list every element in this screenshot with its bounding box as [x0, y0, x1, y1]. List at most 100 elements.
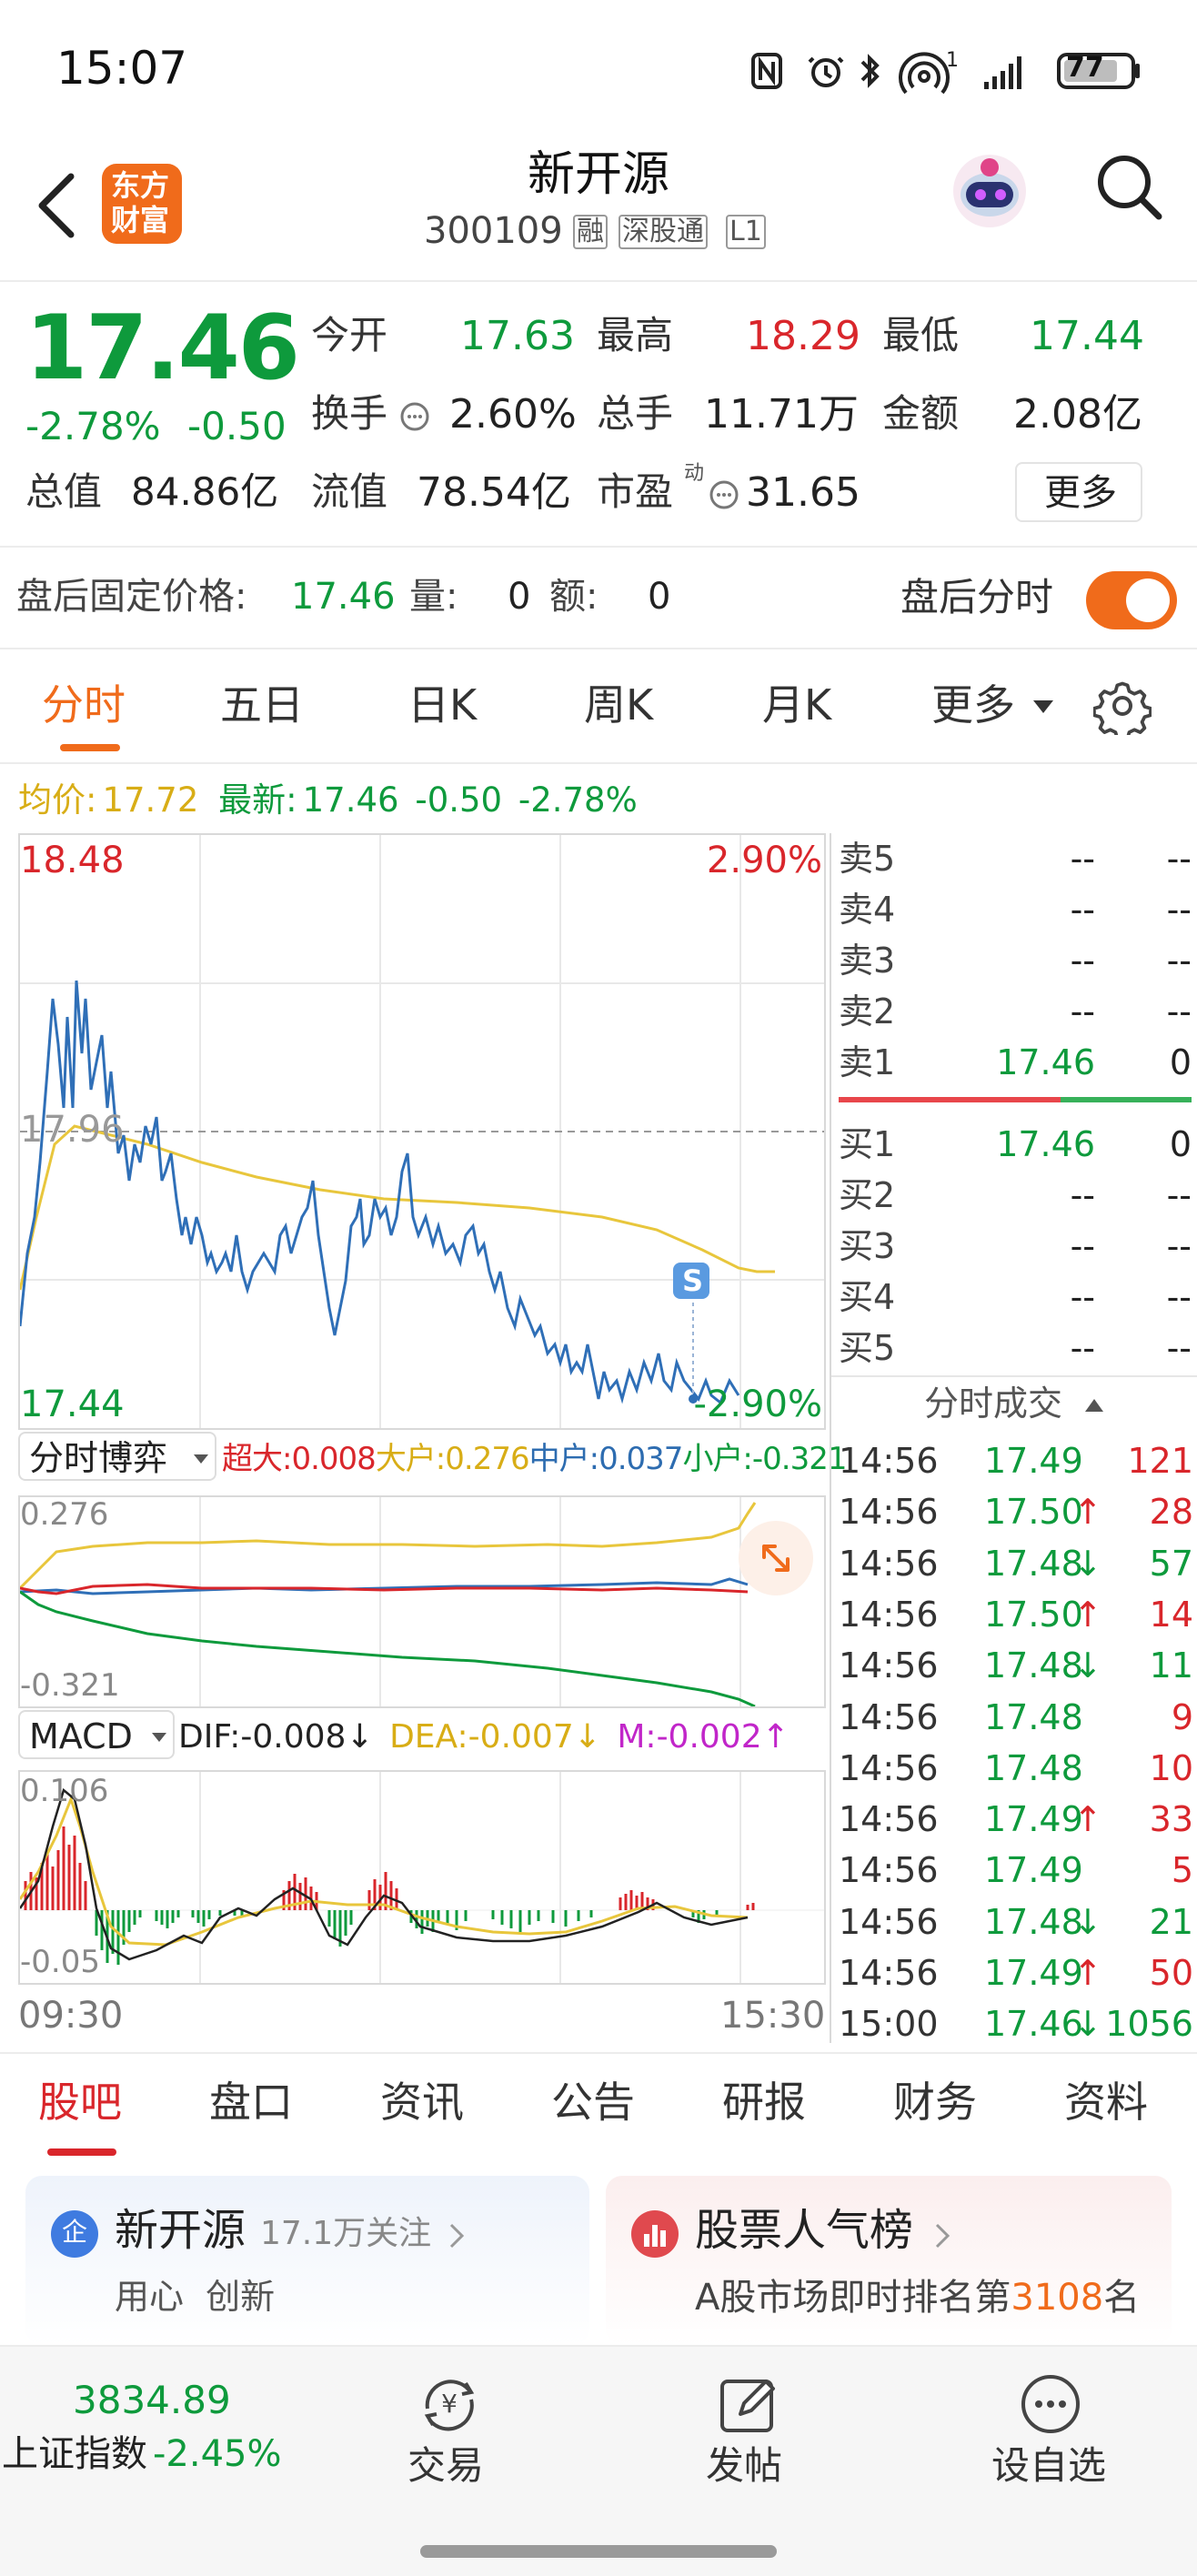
tab-intraday[interactable]: 分时: [42, 684, 126, 726]
flow-bottom-value: -0.321: [20, 1667, 120, 1704]
dif-label: DIF:: [178, 1718, 241, 1756]
tab-five-day[interactable]: 五日: [220, 684, 304, 726]
trade-price: 17.48: [984, 1901, 1083, 1942]
dif-value: -0.008: [240, 1718, 347, 1756]
dea-label: DEA:: [389, 1718, 468, 1756]
home-indicator[interactable]: [420, 2545, 777, 2558]
settings-gear-icon[interactable]: [1092, 677, 1152, 742]
tab-daily-k[interactable]: 日K: [407, 684, 477, 726]
trade-time: 14:56: [839, 1645, 939, 1686]
trade-row: 14:56 17.49 ↑ 50: [837, 1947, 1193, 1998]
after-hours-price: 17.46: [291, 576, 396, 618]
buy-5-label: 买5: [839, 1328, 896, 1368]
tab-monthly-k[interactable]: 月K: [762, 684, 831, 726]
chevron-down-icon: [193, 1452, 209, 1464]
tab-profile[interactable]: 资料: [1064, 2081, 1148, 2123]
trade-row: 15:00 17.46 ↓ 1056: [837, 1998, 1193, 2049]
tab-weekly-k[interactable]: 周K: [584, 684, 653, 726]
buy-3-price: --: [1070, 1226, 1095, 1266]
stock-code: 300109: [424, 210, 563, 252]
macd-selector-label: MACD: [29, 1716, 133, 1756]
sell-4-label: 卖4: [839, 890, 896, 930]
tab-research[interactable]: 研报: [722, 2081, 806, 2123]
index-name: 上证指数: [2, 2433, 147, 2475]
small-label: 小户:: [682, 1441, 752, 1477]
sell-4-row: 卖4 -- --: [837, 884, 1192, 935]
macd-chart[interactable]: 0.106 -0.05: [18, 1770, 826, 1985]
popularity-chart-icon: [631, 2210, 679, 2258]
macd-selector[interactable]: MACD: [18, 1710, 175, 1759]
macd-bottom-value: -0.05: [20, 1944, 100, 1980]
add-watchlist-button[interactable]: 设自选: [982, 2369, 1119, 2496]
pe-label: 市盈: [597, 469, 674, 514]
turnover-value: 2.60%: [449, 391, 577, 438]
sell-5-volume: --: [1166, 839, 1192, 879]
svg-text:¥: ¥: [441, 2389, 458, 2419]
expand-icon[interactable]: [739, 1521, 813, 1595]
sell-2-label: 卖2: [839, 991, 896, 1031]
m-arrow: ↑: [761, 1718, 790, 1756]
flow-indicator-selector[interactable]: 分时博弈: [18, 1432, 216, 1481]
flow-indicator-chart[interactable]: 0.276 -0.321: [18, 1495, 826, 1708]
company-card[interactable]: 企 新开源 17.1万关注 用心 创新: [25, 2176, 589, 2345]
more-button[interactable]: 更多: [1015, 462, 1142, 522]
mid-label: 中户:: [528, 1441, 599, 1477]
chart-top-price: 18.48: [20, 840, 125, 881]
trade-price: 17.49: [984, 1441, 1083, 1481]
buy-3-label: 买3: [839, 1226, 896, 1266]
tab-forum[interactable]: 股吧: [38, 2081, 122, 2123]
tab-financials[interactable]: 财务: [893, 2081, 977, 2123]
trades-title[interactable]: 分时成交: [924, 1386, 1062, 1421]
tab-more-caret-icon: [1031, 697, 1055, 715]
more-button-label: 更多: [1044, 472, 1117, 514]
intraday-price-chart[interactable]: 18.48 2.90% 17.96 17.44 -2.90% S: [18, 833, 826, 1430]
trade-volume: 10: [1149, 1747, 1193, 1788]
toggle-knob: [1126, 579, 1170, 622]
trade-volume: 121: [1127, 1441, 1193, 1481]
trade-row: 14:56 17.50 ↑ 14: [837, 1589, 1193, 1640]
small-flow-line: [19, 1590, 756, 1708]
after-hours-toggle[interactable]: [1086, 571, 1177, 629]
sell-3-volume: --: [1166, 941, 1192, 981]
tab-more[interactable]: 更多: [931, 684, 1015, 726]
change-amount: -0.50: [187, 404, 287, 448]
trade-volume: 28: [1149, 1492, 1193, 1533]
popularity-card[interactable]: 股票人气榜 A股市场即时排名第3108名: [606, 2176, 1172, 2345]
trade-button[interactable]: ¥ 交易: [395, 2369, 504, 2496]
trade-volume: 5: [1171, 1850, 1193, 1891]
tab-news[interactable]: 资讯: [380, 2081, 464, 2123]
caret-up-icon[interactable]: [1084, 1397, 1104, 1414]
index-widget[interactable]: 3834.89 上证指数 -2.45%: [0, 2365, 300, 2492]
company-badge-icon: 企: [51, 2210, 98, 2258]
trade-time: 14:56: [839, 1696, 939, 1737]
post-button[interactable]: 发帖: [693, 2369, 802, 2496]
trade-volume: 33: [1149, 1799, 1193, 1840]
trade-direction-arrow: ↑: [1073, 1953, 1102, 1993]
buy-1-label: 买1: [839, 1124, 896, 1164]
tab-market-depth[interactable]: 盘口: [209, 2081, 293, 2123]
turnover-info-icon[interactable]: [398, 400, 431, 433]
large-label: 大户:: [375, 1441, 446, 1477]
signal-marker-badge[interactable]: S: [673, 1263, 709, 1299]
robot-avatar-icon[interactable]: [944, 146, 1035, 236]
index-change: -2.45%: [153, 2433, 282, 2475]
trade-time: 14:56: [839, 1543, 939, 1584]
total-value-label: 总值: [25, 469, 103, 514]
tab-announcements[interactable]: 公告: [551, 2081, 635, 2123]
high-value: 18.29: [746, 313, 860, 359]
badge-margin: 融: [573, 215, 608, 249]
after-hours-amount-label: 额:: [549, 576, 598, 618]
pe-info-icon[interactable]: [708, 478, 740, 511]
sell-3-row: 卖3 -- --: [837, 935, 1192, 986]
trade-volume: 21: [1149, 1901, 1193, 1942]
status-time: 15:07: [56, 42, 188, 95]
total-value: 84.86亿: [131, 469, 279, 514]
after-hours-amount: 0: [648, 576, 671, 618]
signal-superscript: 1: [946, 49, 959, 72]
trade-direction-arrow: ↓: [1073, 2004, 1102, 2045]
time-axis-start: 09:30: [18, 1995, 124, 2037]
sell-pressure-bar: [839, 1097, 1061, 1102]
sell-5-price: --: [1070, 839, 1095, 879]
trade-volume: 14: [1149, 1594, 1193, 1635]
search-icon[interactable]: [1095, 153, 1162, 220]
